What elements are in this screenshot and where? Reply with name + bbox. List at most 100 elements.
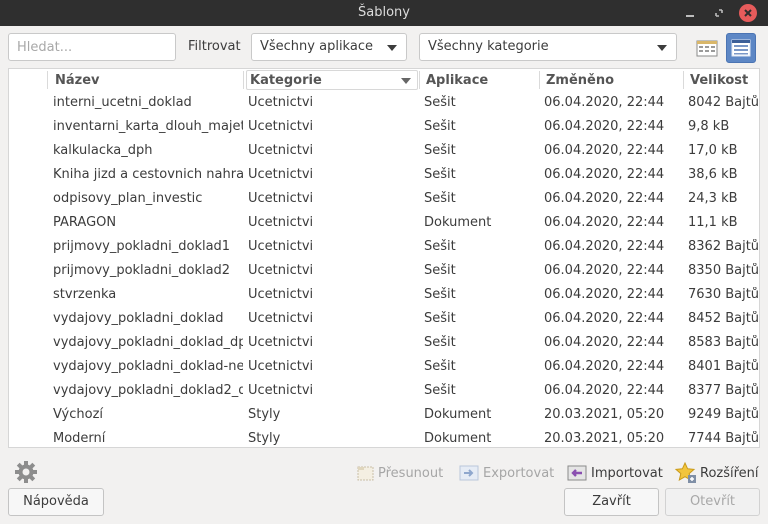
row-category: Ucetnictvi — [248, 191, 314, 206]
list-view-button[interactable] — [726, 33, 756, 63]
close-icon — [744, 9, 752, 17]
row-application: Dokument — [424, 215, 492, 230]
table-row[interactable]: Moderní Styly Dokument 20.03.2021, 05:20 774… — [9, 427, 759, 447]
row-application: Dokument — [424, 431, 492, 446]
filter-label: Filtrovat — [188, 39, 241, 54]
maximize-button[interactable] — [710, 4, 728, 22]
row-application: Sešit — [424, 167, 456, 182]
row-size: 8583 Bajtů — [688, 335, 758, 350]
table-row[interactable]: vydajovy_pokladni_doklad_dph Ucetnictvi Se… — [9, 331, 759, 355]
table-row[interactable]: Výchozí Styly Dokument 20.03.2021, 05:20 924… — [9, 403, 759, 427]
row-name: interni_ucetni_doklad — [53, 95, 192, 110]
row-name: prijmovy_pokladni_doklad1 — [53, 239, 231, 254]
row-size: 8401 Bajtů — [688, 359, 758, 374]
row-size: 38,6 kB — [688, 167, 738, 182]
grid-view-icon — [696, 40, 718, 57]
row-modified: 06.04.2020, 22:44 — [544, 119, 665, 134]
row-modified: 06.04.2020, 22:44 — [544, 287, 665, 302]
table-row[interactable]: vydajovy_pokladni_doklad-neplatce Ucetnic… — [9, 355, 759, 379]
row-size: 8362 Bajtů — [688, 239, 758, 254]
import-icon — [567, 465, 587, 481]
search-input[interactable] — [8, 33, 176, 61]
row-size: 8042 Bajtů — [688, 95, 758, 110]
row-application: Sešit — [424, 383, 456, 398]
row-modified: 06.04.2020, 22:44 — [544, 167, 665, 182]
column-header-application[interactable]: Aplikace — [426, 73, 488, 88]
table-row[interactable]: stvrzenka Ucetnictvi Sešit 06.04.2020, 22:4… — [9, 283, 759, 307]
row-modified: 06.04.2020, 22:44 — [544, 191, 665, 206]
table-row[interactable]: prijmovy_pokladni_doklad2 Ucetnictvi Sešit… — [9, 259, 759, 283]
row-name: inventarni_karta_dlouh_majetku — [53, 119, 243, 134]
help-button[interactable]: Nápověda — [8, 488, 104, 516]
table-row[interactable]: Kniha jizd a cestovnich nahrad Ucetnictvi… — [9, 163, 759, 187]
category-filter-dropdown[interactable]: Všechny kategorie — [419, 33, 677, 61]
row-category: Styly — [248, 431, 281, 446]
table-header: Název Kategorie Aplikace Změněno Velikos… — [9, 69, 759, 91]
row-name: vydajovy_pokladni_doklad-neplatce — [53, 359, 243, 374]
row-name: Výchozí — [53, 407, 104, 422]
row-category: Styly — [248, 407, 281, 422]
column-separator[interactable] — [683, 71, 684, 89]
table-row[interactable]: prijmovy_pokladni_doklad1 Ucetnictvi Sešit… — [9, 235, 759, 259]
export-button[interactable]: Exportovat — [458, 462, 554, 484]
templates-table: Název Kategorie Aplikace Změněno Velikos… — [8, 68, 760, 448]
row-application: Sešit — [424, 95, 456, 110]
table-body: interni_ucetni_doklad Ucetnictvi Sešit 06.0… — [9, 91, 759, 447]
row-category: Ucetnictvi — [248, 287, 314, 302]
extensions-button[interactable]: Rozšíření — [673, 462, 759, 484]
row-category: Ucetnictvi — [248, 119, 314, 134]
row-size: 8350 Bajtů — [688, 263, 758, 278]
list-view-icon — [731, 39, 751, 57]
row-category: Ucetnictvi — [248, 95, 314, 110]
restore-icon — [715, 9, 723, 17]
table-row[interactable]: odpisovy_plan_investic Ucetnictvi Sešit 06.… — [9, 187, 759, 211]
row-modified: 06.04.2020, 22:44 — [544, 383, 665, 398]
table-row[interactable]: vydajovy_pokladni_doklad2_dph Ucetnictvi S… — [9, 379, 759, 403]
column-header-category[interactable]: Kategorie — [250, 73, 322, 88]
row-category: Ucetnictvi — [248, 263, 314, 278]
chevron-down-icon — [657, 45, 667, 51]
import-label: Importovat — [591, 465, 663, 481]
row-application: Sešit — [424, 287, 456, 302]
column-header-size[interactable]: Velikost — [690, 73, 748, 88]
application-filter-dropdown[interactable]: Všechny aplikace — [251, 33, 407, 61]
table-row[interactable]: PARAGON Ucetnictvi Dokument 06.04.2020, 22:… — [9, 211, 759, 235]
table-row[interactable]: kalkulacka_dph Ucetnictvi Sešit 06.04.2020,… — [9, 139, 759, 163]
column-separator[interactable] — [243, 71, 244, 89]
move-button[interactable]: Přesunout — [355, 462, 443, 484]
row-size: 11,1 kB — [688, 215, 738, 230]
chevron-down-icon — [387, 45, 397, 51]
row-modified: 06.04.2020, 22:44 — [544, 359, 665, 374]
grid-view-button[interactable] — [692, 33, 722, 63]
close-button[interactable]: Zavřít — [564, 488, 659, 516]
table-row[interactable]: inventarni_karta_dlouh_majetku Ucetnictvi… — [9, 115, 759, 139]
row-category: Ucetnictvi — [248, 359, 314, 374]
row-name: Kniha jizd a cestovnich nahrad — [53, 167, 243, 182]
row-name: odpisovy_plan_investic — [53, 191, 203, 206]
row-modified: 06.04.2020, 22:44 — [544, 215, 665, 230]
move-icon — [357, 466, 374, 481]
column-header-modified[interactable]: Změněno — [546, 73, 614, 88]
table-row[interactable]: interni_ucetni_doklad Ucetnictvi Sešit 06.0… — [9, 91, 759, 115]
row-application: Sešit — [424, 119, 456, 134]
column-separator[interactable] — [539, 71, 540, 89]
sort-descending-icon — [401, 78, 411, 84]
open-button[interactable]: Otevřít — [665, 488, 760, 516]
row-application: Sešit — [424, 191, 456, 206]
column-separator[interactable] — [419, 71, 420, 89]
settings-button[interactable] — [14, 460, 38, 484]
row-modified: 06.04.2020, 22:44 — [544, 239, 665, 254]
row-name: vydajovy_pokladni_doklad2_dph — [53, 383, 243, 398]
column-header-name[interactable]: Název — [55, 73, 100, 88]
category-filter-value: Všechny kategorie — [428, 39, 549, 54]
close-window-button[interactable] — [739, 4, 757, 22]
row-size: 8452 Bajtů — [688, 311, 758, 326]
row-category: Ucetnictvi — [248, 311, 314, 326]
row-name: Moderní — [53, 431, 106, 446]
column-separator[interactable] — [47, 71, 48, 89]
row-modified: 06.04.2020, 22:44 — [544, 143, 665, 158]
table-row[interactable]: vydajovy_pokladni_doklad Ucetnictvi Sešit 0… — [9, 307, 759, 331]
minimize-button[interactable] — [681, 4, 699, 22]
import-button[interactable]: Importovat — [566, 462, 663, 484]
row-application: Sešit — [424, 335, 456, 350]
